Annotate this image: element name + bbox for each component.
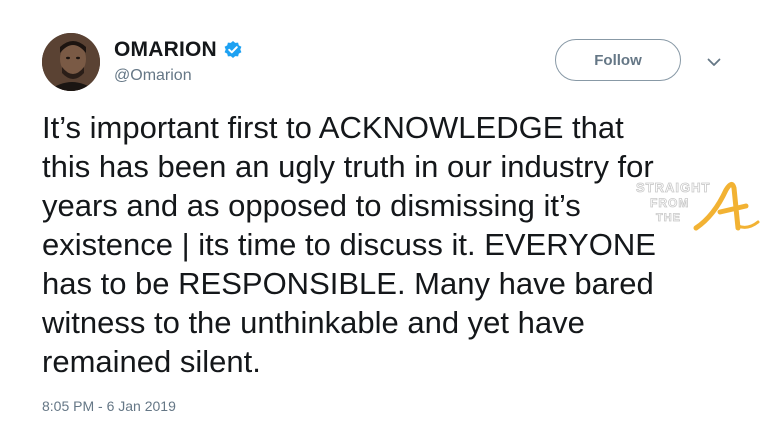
tweet-card: OMARION @Omarion Follow It’s important f… xyxy=(0,0,768,428)
avatar[interactable] xyxy=(42,33,100,91)
user-handle[interactable]: @Omarion xyxy=(114,67,192,85)
watermark-logo: STRAIGHT FROM THE xyxy=(634,176,766,236)
svg-text:THE: THE xyxy=(656,212,681,224)
follow-button[interactable]: Follow xyxy=(555,39,681,81)
tweet-timestamp[interactable]: 8:05 PM - 6 Jan 2019 xyxy=(42,398,176,414)
tweet-text: It’s important first to ACKNOWLEDGE that… xyxy=(42,110,656,379)
display-name-row: OMARION xyxy=(114,38,243,62)
svg-text:STRAIGHT: STRAIGHT xyxy=(636,180,710,195)
display-name[interactable]: OMARION xyxy=(114,38,217,62)
verified-badge-icon xyxy=(223,40,243,60)
svg-text:FROM: FROM xyxy=(650,196,689,210)
chevron-down-icon[interactable] xyxy=(704,52,724,72)
